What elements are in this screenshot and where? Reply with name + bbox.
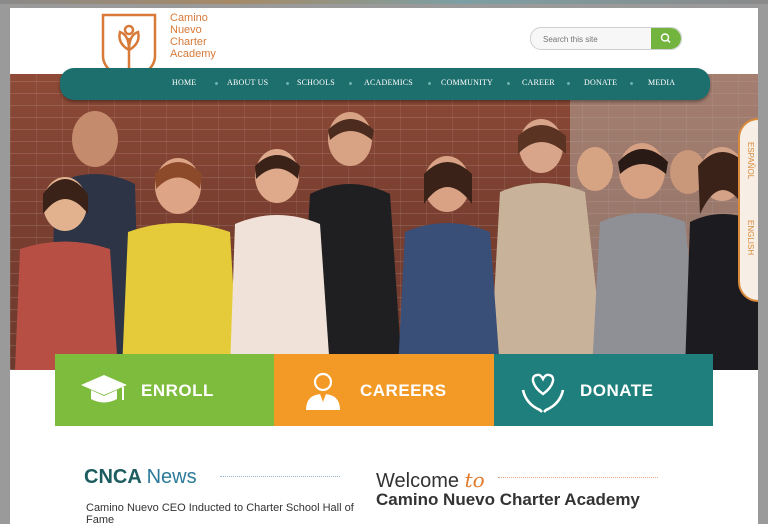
nav-separator	[286, 82, 289, 85]
careers-button[interactable]: CAREERS	[274, 354, 494, 426]
welcome-subtitle: Camino Nuevo Charter Academy	[376, 490, 640, 509]
nav-item-academics[interactable]: ACADEMICS	[364, 78, 413, 87]
person-icon	[306, 372, 340, 410]
search-box	[530, 27, 682, 50]
nav-item-about-us[interactable]: ABOUT US	[227, 78, 268, 87]
logo-text-line: Camino	[170, 12, 208, 24]
news-heading-main: CNCA	[84, 466, 142, 488]
nav-separator	[630, 82, 633, 85]
news-heading-accent: News	[146, 466, 197, 488]
welcome-divider	[498, 477, 658, 478]
nav-item-schools[interactable]: SCHOOLS	[297, 78, 335, 87]
logo-text[interactable]: Camino Nuevo Charter Academy	[170, 12, 250, 60]
welcome-to: to	[464, 468, 485, 492]
nav-separator	[428, 82, 431, 85]
donate-button[interactable]: DONATE	[494, 354, 713, 426]
language-switcher: ESPAÑOL ENGLISH	[738, 118, 758, 302]
nav-item-career[interactable]: CAREER	[522, 78, 555, 87]
news-heading: CNCA News	[84, 466, 197, 489]
logo-text-line: Charter	[170, 36, 207, 48]
logo-text-line: Academy	[170, 48, 216, 60]
careers-label: CAREERS	[360, 381, 447, 400]
browser-top-strip	[0, 0, 768, 4]
nav-item-community[interactable]: COMMUNITY	[441, 78, 493, 87]
nav-item-home[interactable]: HOME	[172, 78, 196, 87]
welcome-prefix: Welcome	[376, 470, 459, 492]
logo-text-line: Nuevo	[170, 24, 202, 36]
hero-photo	[10, 74, 758, 370]
nav-separator	[349, 82, 352, 85]
nav-separator	[215, 82, 218, 85]
main-nav: HOME ABOUT US SCHOOLS ACADEMICS COMMUNIT…	[60, 68, 710, 100]
enroll-label: ENROLL	[141, 381, 214, 400]
nav-item-donate[interactable]: DONATE	[584, 78, 617, 87]
news-divider	[220, 476, 340, 477]
nav-separator	[567, 82, 570, 85]
language-option-spanish[interactable]: ESPAÑOL	[746, 142, 755, 179]
search-button[interactable]	[651, 28, 681, 49]
search-input[interactable]	[541, 28, 645, 49]
graduation-cap-icon	[81, 375, 127, 403]
page: Camino Nuevo Charter Academy Search this…	[10, 8, 758, 524]
group-photo-image	[15, 74, 758, 370]
nav-separator	[507, 82, 510, 85]
language-option-english[interactable]: ENGLISH	[746, 220, 755, 255]
heart-hands-icon	[521, 373, 565, 413]
enroll-button[interactable]: ENROLL	[55, 354, 274, 426]
search-icon	[660, 33, 671, 43]
nav-item-media[interactable]: MEDIA	[648, 78, 675, 87]
news-item-link[interactable]: Camino Nuevo CEO Inducted to Charter Sch…	[86, 502, 356, 524]
donate-label: DONATE	[580, 381, 654, 400]
